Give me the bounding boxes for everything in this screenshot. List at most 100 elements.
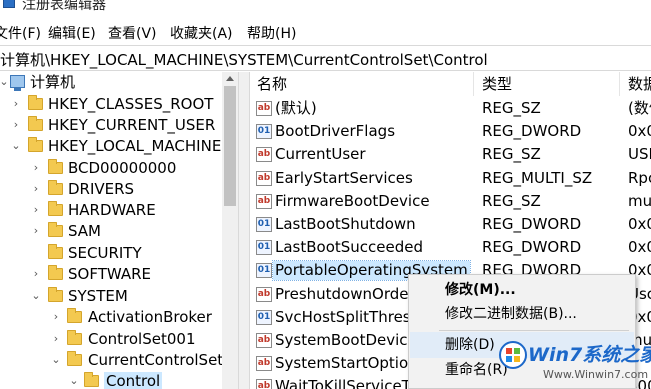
chevron-right-icon[interactable]: ›	[30, 181, 42, 197]
tree-item-computer[interactable]: ⌄ 计算机	[0, 72, 222, 93]
column-header-name[interactable]: 名称	[250, 72, 474, 96]
address-path[interactable]: 计算机\HKEY_LOCAL_MACHINE\SYSTEM\CurrentCon…	[0, 49, 488, 70]
address-bar[interactable]: 计算机\HKEY_LOCAL_MACHINE\SYSTEM\CurrentCon…	[0, 45, 651, 71]
menu-edit[interactable]: 编辑(E)	[48, 23, 96, 43]
menu-view[interactable]: 查看(V)	[108, 23, 157, 43]
tree-item-security[interactable]: SECURITY	[0, 243, 222, 264]
tree-item-label: CurrentControlSet	[88, 351, 224, 369]
menu-file[interactable]: 文件(F)	[0, 23, 41, 43]
key-tree: ⌄ 计算机 › HKEY_CLASSES_ROOT › HKEY_CURRENT…	[0, 72, 238, 389]
chevron-down-icon[interactable]: ⌄	[30, 288, 42, 304]
value-row[interactable]: 01 LastBootShutdown REG_DWORD 0x0	[250, 213, 651, 236]
tree-item-hkey-current-user[interactable]: › HKEY_CURRENT_USER	[0, 115, 222, 136]
menu-favorites[interactable]: 收藏夹(A)	[170, 23, 233, 43]
folder-icon	[28, 137, 43, 152]
value-type: REG_MULTI_SZ	[482, 169, 593, 187]
value-row[interactable]: ab EarlyStartServices REG_MULTI_SZ Rpc	[250, 167, 651, 190]
folder-icon	[84, 372, 99, 387]
column-header-data[interactable]: 数据	[620, 72, 651, 96]
chevron-down-icon[interactable]: ⌄	[68, 373, 80, 389]
chevron-right-icon[interactable]: ›	[50, 309, 62, 325]
string-value-icon: ab	[256, 356, 272, 371]
folder-icon	[28, 95, 43, 110]
string-value-icon: ab	[256, 287, 272, 302]
tree-item-current-control-set[interactable]: ⌄ CurrentControlSet	[0, 350, 224, 371]
chevron-right-icon[interactable]: ›	[50, 331, 62, 347]
chevron-right-icon[interactable]: ›	[30, 160, 42, 176]
tree-item-hkey-classes-root[interactable]: › HKEY_CLASSES_ROOT	[0, 94, 222, 115]
chevron-down-icon[interactable]: ⌄	[0, 74, 10, 90]
folder-icon	[28, 116, 43, 131]
window-title: 注册表编辑器	[22, 0, 106, 13]
string-value-icon: ab	[256, 101, 272, 116]
tree-item-label: SECURITY	[68, 244, 142, 262]
value-name: SystemStartOption	[275, 354, 418, 372]
windows-logo-icon	[499, 341, 527, 369]
value-data: 0x0	[628, 238, 651, 256]
watermark-url: Www.Winwin7.com	[543, 368, 649, 381]
value-row[interactable]: 01 LastBootSucceeded REG_DWORD 0x0	[250, 236, 651, 259]
chevron-right-icon[interactable]: ›	[10, 117, 22, 133]
tree-item-control[interactable]: ⌄ Control	[0, 371, 222, 389]
tree-item-bcd[interactable]: › BCD00000000	[0, 158, 222, 179]
value-type: REG_DWORD	[482, 215, 582, 233]
folder-icon	[48, 244, 63, 259]
column-header-type[interactable]: 类型	[474, 72, 620, 96]
binary-value-icon: 01	[256, 124, 272, 139]
folder-icon	[67, 351, 82, 366]
value-name: FirmwareBootDevice	[275, 192, 430, 210]
binary-value-icon: 01	[256, 217, 272, 232]
chevron-down-icon[interactable]: ⌄	[10, 138, 22, 154]
tree-item-system[interactable]: ⌄ SYSTEM	[0, 286, 222, 307]
title-bar: 注册表编辑器	[0, 0, 651, 20]
tree-item-label: BCD00000000	[68, 159, 177, 177]
value-row[interactable]: ab (默认) REG_SZ (数值	[250, 97, 651, 120]
value-name: BootDriverFlags	[275, 122, 396, 140]
tree-item-sam[interactable]: › SAM	[0, 221, 222, 242]
tree-item-software[interactable]: › SOFTWARE	[0, 264, 222, 285]
tree-item-label: HKEY_CURRENT_USER	[48, 116, 216, 134]
chevron-down-icon[interactable]: ⌄	[50, 352, 62, 368]
menu-separator	[439, 330, 629, 331]
value-data: mul	[628, 192, 651, 210]
value-type: REG_SZ	[482, 99, 541, 117]
context-menu-modify[interactable]: 修改(M)...	[410, 277, 634, 303]
value-row[interactable]: ab FirmwareBootDevice REG_SZ mul	[250, 190, 651, 213]
value-name: CurrentUser	[275, 145, 366, 163]
chevron-right-icon[interactable]: ›	[30, 223, 42, 239]
folder-icon	[67, 330, 82, 345]
tree-item-label: ControlSet001	[88, 330, 196, 348]
chevron-right-icon[interactable]: ›	[30, 266, 42, 282]
tree-item-label: DRIVERS	[68, 180, 135, 198]
string-value-icon: ab	[256, 333, 272, 348]
tree-item-label: SYSTEM	[68, 287, 128, 305]
value-data: 0x0	[628, 215, 651, 233]
tree-item-label: Control	[104, 372, 163, 389]
value-type: REG_SZ	[482, 192, 541, 210]
value-data: USE	[628, 145, 651, 163]
folder-icon	[48, 180, 63, 195]
tree-item-drivers[interactable]: › DRIVERS	[0, 179, 222, 200]
context-menu-modify-binary[interactable]: 修改二进制数据(B)...	[410, 301, 634, 327]
value-row[interactable]: ab CurrentUser REG_SZ USE	[250, 143, 651, 166]
tree-item-controlset001[interactable]: › ControlSet001	[0, 329, 222, 350]
tree-item-hkey-local-machine[interactable]: ⌄ HKEY_LOCAL_MACHINE	[0, 136, 222, 157]
value-name: SystemBootDevice	[275, 331, 417, 349]
tree-scrollbar[interactable]	[222, 72, 238, 389]
value-row[interactable]: 01 BootDriverFlags REG_DWORD 0x0	[250, 120, 651, 143]
value-name: LastBootSucceeded	[275, 238, 424, 256]
value-name: PreshutdownOrder	[275, 285, 415, 303]
tree-item-label: SOFTWARE	[68, 265, 152, 283]
folder-icon	[48, 265, 63, 280]
menu-help[interactable]: 帮助(H)	[247, 23, 296, 43]
folder-icon	[48, 222, 63, 237]
scroll-up-arrow-icon[interactable]	[226, 76, 234, 81]
pane-splitter[interactable]	[238, 72, 250, 389]
chevron-right-icon[interactable]: ›	[30, 202, 42, 218]
watermark-title: Win7系统之家	[528, 344, 651, 366]
chevron-right-icon[interactable]: ›	[10, 96, 22, 112]
tree-item-hardware[interactable]: › HARDWARE	[0, 200, 222, 221]
tree-item-activation-broker[interactable]: › ActivationBroker	[0, 307, 222, 328]
string-value-icon: ab	[256, 147, 272, 162]
scrollbar-thumb[interactable]	[224, 86, 236, 206]
